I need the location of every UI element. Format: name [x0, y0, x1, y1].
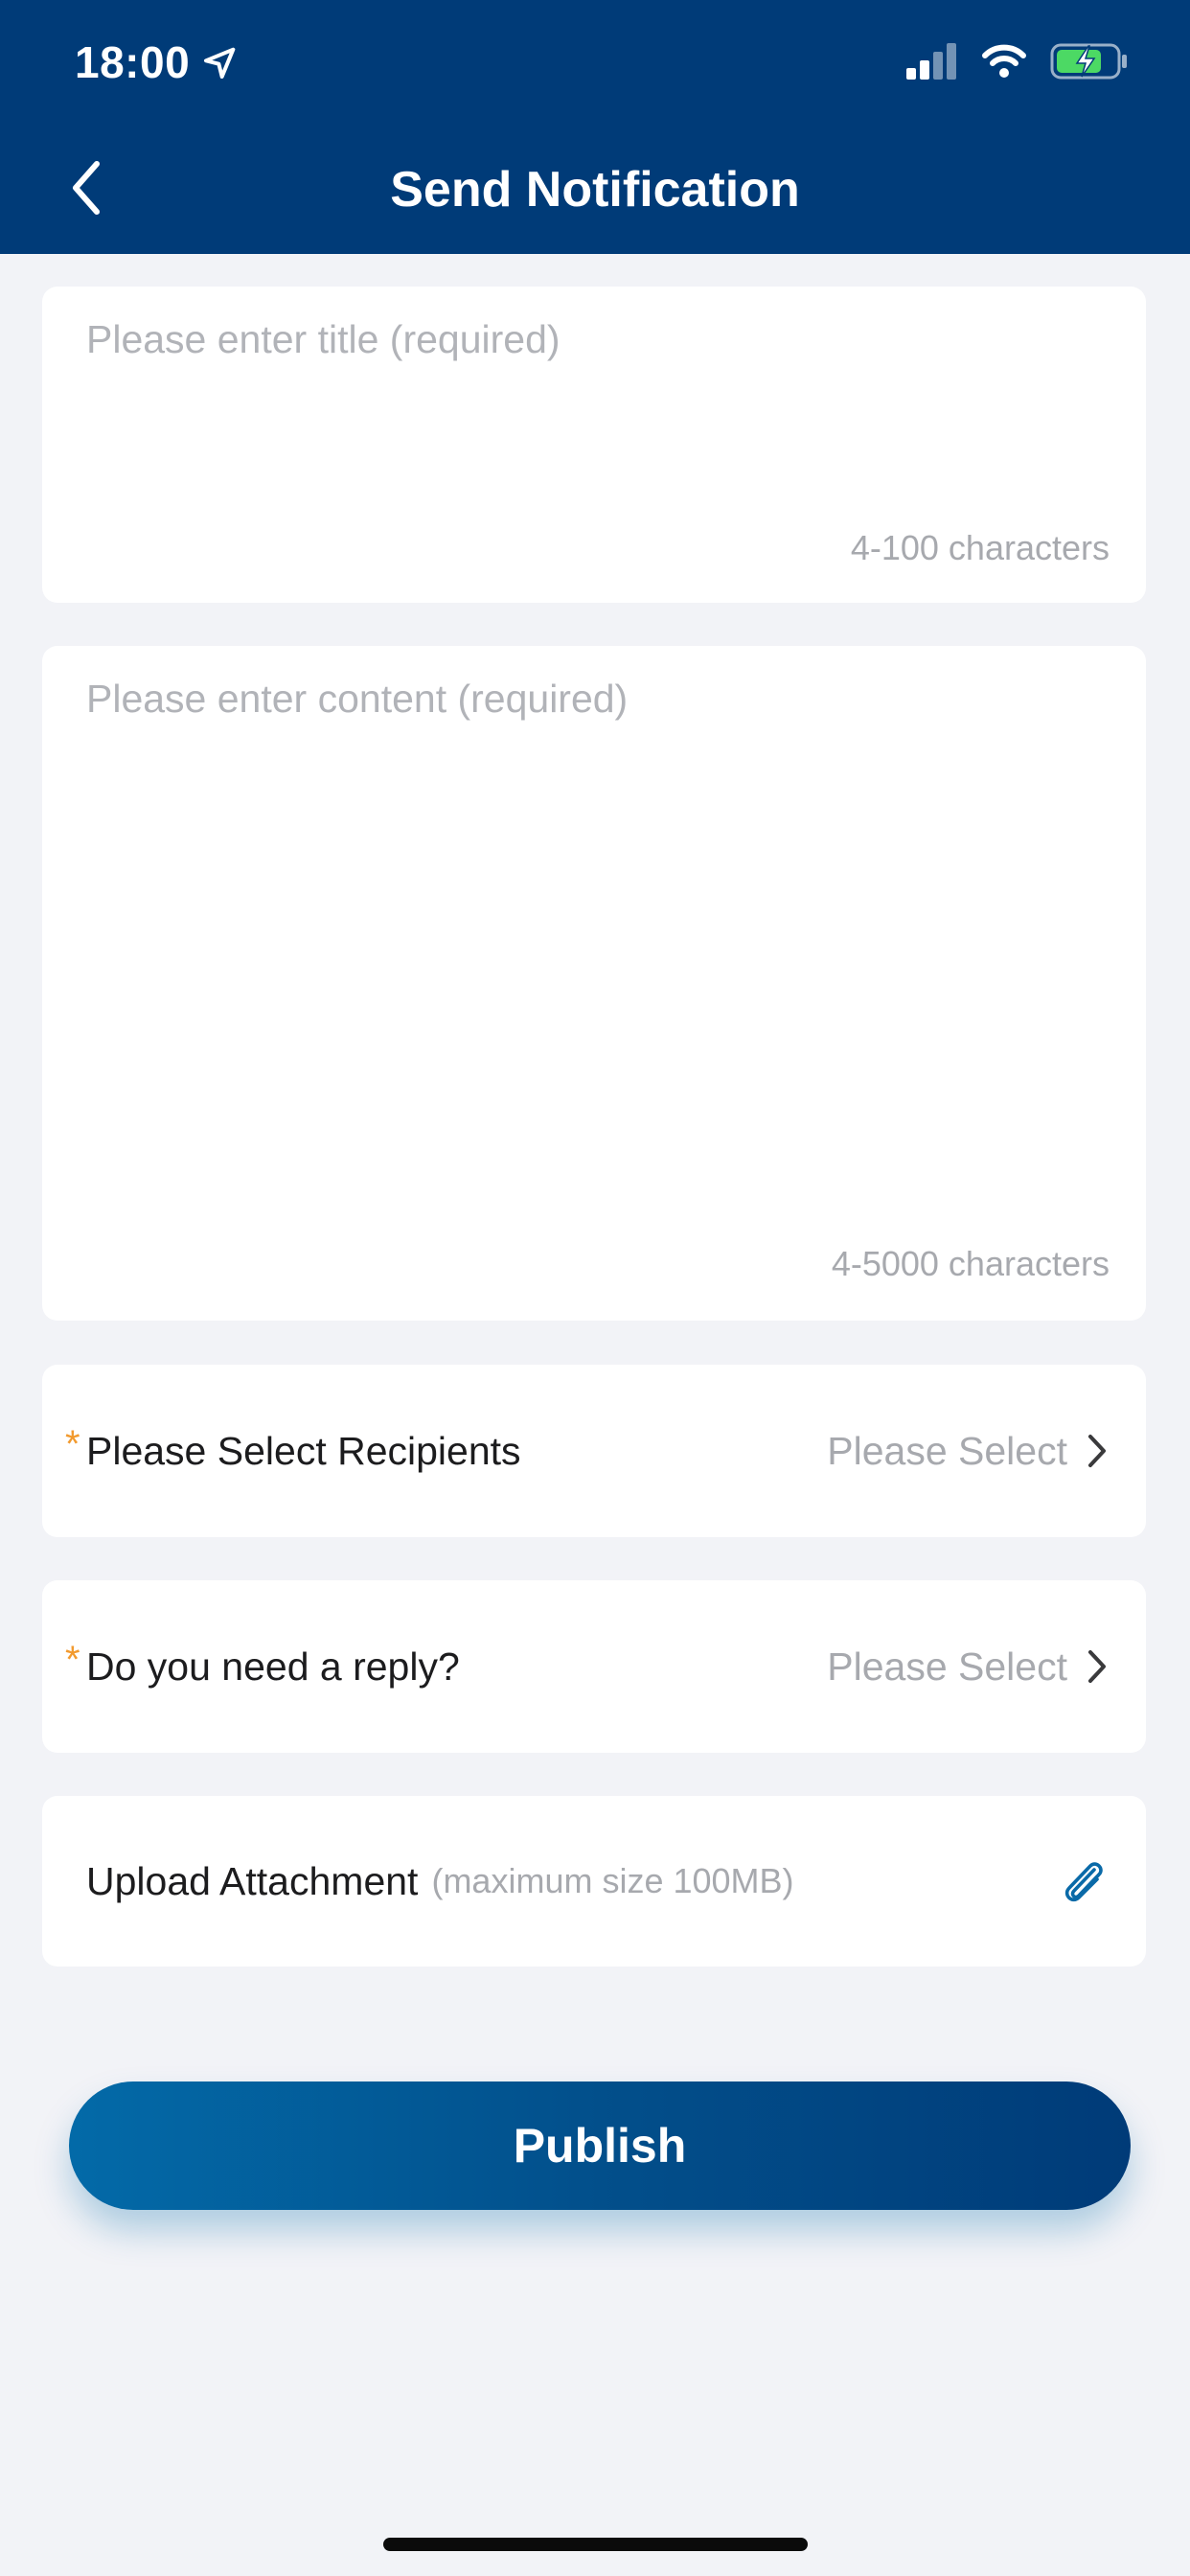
- reply-value: Please Select: [827, 1644, 1067, 1689]
- title-char-limit: 4-100 characters: [850, 528, 1110, 567]
- recipients-label: Please Select Recipients: [86, 1428, 521, 1473]
- status-time-label: 18:00: [75, 37, 191, 87]
- attachment-label: Upload Attachment: [86, 1858, 419, 1903]
- cellular-signal-icon: [906, 43, 956, 80]
- content-input[interactable]: Please enter content (required) 4-5000 c…: [42, 646, 1146, 1321]
- required-mark: *: [65, 1638, 80, 1681]
- chevron-right-icon: [1088, 1650, 1106, 1683]
- recipients-selector[interactable]: * Please Select Recipients Please Select: [42, 1365, 1146, 1537]
- publish-button[interactable]: Publish: [69, 2082, 1131, 2210]
- status-icons: [906, 42, 1129, 80]
- title-input[interactable]: Please enter title (required) 4-100 char…: [42, 287, 1146, 603]
- battery-charging-icon: [1050, 43, 1127, 80]
- status-time: 18:00: [75, 36, 240, 88]
- upload-attachment[interactable]: Upload Attachment (maximum size 100MB): [42, 1796, 1146, 1966]
- attachment-size-hint: (maximum size 100MB): [431, 1861, 794, 1900]
- content-placeholder: Please enter content (required): [86, 677, 629, 721]
- reply-label: Do you need a reply?: [86, 1644, 460, 1689]
- required-mark: *: [65, 1422, 80, 1465]
- paperclip-icon[interactable]: [1058, 1854, 1108, 1908]
- content-char-limit: 4-5000 characters: [831, 1244, 1110, 1283]
- recipients-value: Please Select: [827, 1428, 1067, 1473]
- reply-row[interactable]: * Do you need a reply? Please Select: [42, 1580, 1146, 1753]
- title-placeholder: Please enter title (required): [86, 317, 561, 361]
- location-arrow-icon: [204, 47, 236, 79]
- reply-selector[interactable]: * Do you need a reply? Please Select: [42, 1580, 1146, 1753]
- app-header: 18:00 Send Notification: [0, 0, 1190, 254]
- home-indicator: [383, 2538, 808, 2551]
- chevron-right-icon: [1088, 1435, 1106, 1467]
- page-title: Send Notification: [390, 162, 800, 218]
- wifi-icon: [982, 44, 1026, 78]
- upload-attachment-row[interactable]: Upload Attachment (maximum size 100MB): [42, 1796, 1146, 1966]
- recipients-row[interactable]: * Please Select Recipients Please Select: [42, 1365, 1146, 1537]
